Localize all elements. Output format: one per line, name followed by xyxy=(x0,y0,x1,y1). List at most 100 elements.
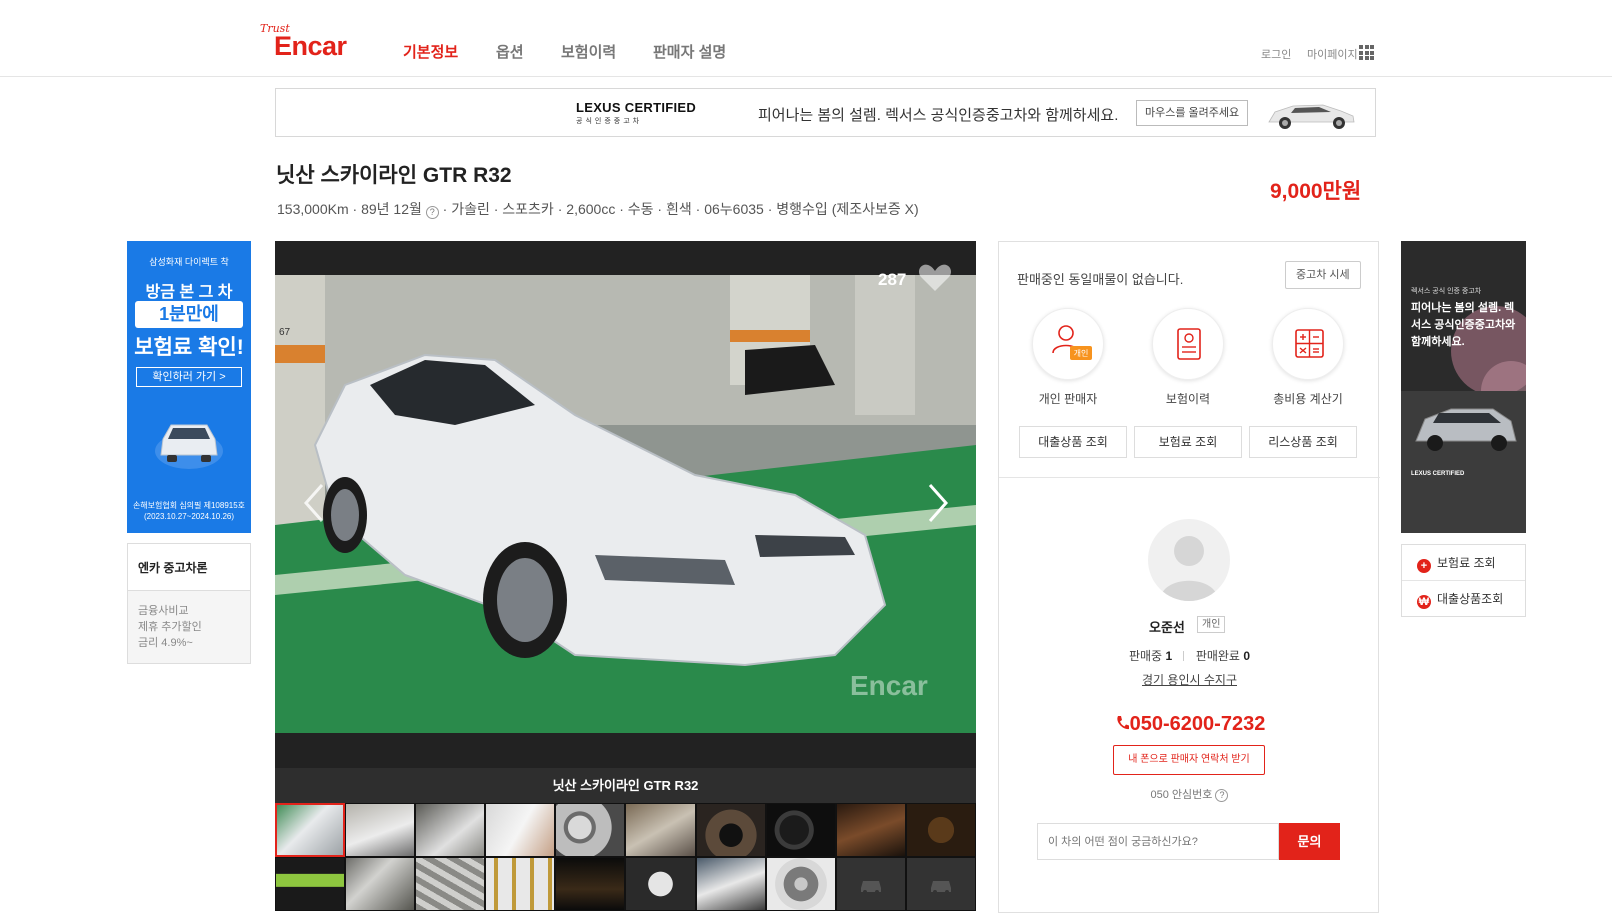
seller-phone[interactable]: 050-6200-7232 xyxy=(999,713,1380,736)
loan-line1: 금융사비교 xyxy=(138,605,189,617)
insurance-history-circle[interactable] xyxy=(1152,308,1224,380)
tab-seller-description[interactable]: 판매자 설명 xyxy=(653,41,726,62)
seller-panel: 판매중인 동일매물이 없습니다. 중고차 시세 개인 개인 판매자 보험이력 총… xyxy=(998,241,1380,913)
thumbnail[interactable] xyxy=(275,803,346,857)
thumbnail[interactable] xyxy=(275,857,346,911)
lexus-ad-logo: LEXUS CERTIFIED xyxy=(1411,471,1465,477)
thumbnail[interactable] xyxy=(765,803,836,857)
login-link[interactable]: 로그인 xyxy=(1261,46,1291,62)
safe-number-label: 050 안심번호 xyxy=(1150,789,1213,801)
panel-divider xyxy=(999,477,1380,478)
question-icon[interactable]: ? xyxy=(425,206,439,219)
market-price-button[interactable]: 중고차 시세 xyxy=(1285,261,1361,289)
thumbnail[interactable] xyxy=(485,803,556,857)
get-contact-button[interactable]: 내 폰으로 판매자 연락처 받기 xyxy=(1113,745,1265,775)
quick-insurance-link[interactable]: + 보험료 조회 xyxy=(1402,545,1525,581)
thumbnail[interactable] xyxy=(555,857,626,911)
thumbnail-placeholder xyxy=(835,857,906,911)
banner-brand: LEXUS CERTIFIED 공식인증중고차 xyxy=(576,100,696,126)
spec-transmission: 수동 xyxy=(627,201,654,217)
ad-line3: 보험료 확인! xyxy=(134,336,244,359)
ad-fine-print-2: (2023.10.27~2024.10.26) xyxy=(143,512,235,521)
thumbnail[interactable] xyxy=(345,803,416,857)
view-count: 287 xyxy=(878,270,907,289)
ad-fine-print-1: 손해보험협회 심의필 제108915호 xyxy=(132,501,246,510)
thumbnail-strip xyxy=(275,803,976,911)
insurance-history-label: 보험이력 xyxy=(1165,392,1211,406)
thumbnail[interactable] xyxy=(695,803,766,857)
car-placeholder-icon xyxy=(930,881,951,894)
safe-number-info[interactable]: 050 안심번호 ? xyxy=(999,786,1380,802)
all-menu-grid-icon[interactable] xyxy=(1359,45,1374,60)
lexus-banner[interactable]: LEXUS CERTIFIED 공식인증중고차 피어나는 봄의 설렘. 렉서스 … xyxy=(275,88,1376,137)
personal-seller-circle[interactable]: 개인 xyxy=(1032,308,1104,380)
ad-cta-button[interactable]: 확인하러 가기 > xyxy=(136,367,242,387)
thumbnail[interactable] xyxy=(345,857,416,911)
header: Trust Encar 기본정보 옵션 보험이력 판매자 설명 로그인 마이페이… xyxy=(0,0,1612,77)
seller-type-badge: 개인 xyxy=(1197,616,1226,633)
inquiry-input[interactable] xyxy=(1037,823,1279,860)
count-separator xyxy=(1183,651,1185,661)
document-icon xyxy=(1177,328,1201,360)
personal-badge: 개인 xyxy=(1074,348,1089,358)
heart-icon[interactable] xyxy=(918,263,952,293)
lease-products-button[interactable]: 리스상품 조회 xyxy=(1249,426,1357,458)
encar-logo[interactable]: Trust Encar xyxy=(258,22,358,62)
thumbnail[interactable] xyxy=(905,803,976,857)
user-silhouette-icon xyxy=(1160,536,1218,601)
same-listing-notice: 판매중인 동일매물이 없습니다. xyxy=(1017,272,1184,287)
question-icon[interactable]: ? xyxy=(1215,789,1229,802)
won-icon: ₩ xyxy=(1417,595,1431,609)
quick-links: + 보험료 조회 ₩ 대출상품조회 xyxy=(1401,544,1526,617)
car-title: 닛산 스카이라인 GTR R32 xyxy=(276,164,512,187)
samsung-insurance-ad[interactable]: 삼성화재 다이렉트 착 방금 본 그 차 1분만에 보험료 확인! 확인하러 가… xyxy=(127,241,251,533)
lexus-ad-image xyxy=(1401,241,1526,533)
banner-hover-button[interactable]: 마우스를 올려주세요 xyxy=(1136,100,1249,126)
personal-seller-label: 개인 판매자 xyxy=(1038,392,1098,406)
svg-text:67: 67 xyxy=(279,327,291,338)
thumbnail[interactable] xyxy=(765,857,836,911)
ad-company: 삼성화재 다이렉트 착 xyxy=(149,257,229,267)
banner-car-image xyxy=(1268,104,1355,129)
spec-displacement: 2,600cc xyxy=(566,201,616,217)
car-price: 9,000만원 xyxy=(1270,180,1362,203)
loan-products-button[interactable]: 대출상품 조회 xyxy=(1019,426,1127,458)
mypage-link[interactable]: 마이페이지 xyxy=(1307,46,1358,62)
ad-line1: 방금 본 그 차 xyxy=(145,284,233,301)
thumbnail[interactable] xyxy=(555,803,626,857)
sold-label: 판매완료 xyxy=(1195,649,1240,663)
main-car-photo[interactable]: Encar 67 xyxy=(275,275,976,733)
prev-photo-icon[interactable] xyxy=(300,481,330,525)
tab-basic-info[interactable]: 기본정보 xyxy=(403,41,458,62)
photo-gallery: Encar 67 287 닛산 스카이라인 GTR R32 xyxy=(275,241,976,911)
thumbnail[interactable] xyxy=(625,803,696,857)
spec-fuel: 가솔린 xyxy=(451,201,490,217)
ad-car-image xyxy=(155,424,223,469)
spec-mileage: 153,000Km xyxy=(277,201,349,217)
inquiry-button[interactable]: 문의 xyxy=(1279,823,1340,860)
ad-line2: 1분만에 xyxy=(135,301,243,328)
tab-options[interactable]: 옵션 xyxy=(496,41,524,62)
lexus-side-ad[interactable]: 렉서스 공식 인증 중고차 피어나는 봄의 설렘. 렉서스 공식인증중고차와 함… xyxy=(1401,241,1526,533)
thumbnail[interactable] xyxy=(485,857,556,911)
tab-insurance-history[interactable]: 보험이력 xyxy=(561,41,616,62)
thumbnail[interactable] xyxy=(415,803,486,857)
thumbnail[interactable] xyxy=(625,857,696,911)
encar-loan-box[interactable]: 엔카 중고차론 금융사비교 제휴 추가할인 금리 4.9%~ xyxy=(127,543,251,664)
selling-label: 판매중 xyxy=(1128,649,1163,663)
thumbnail-placeholder xyxy=(905,857,976,911)
next-photo-icon[interactable] xyxy=(922,481,952,525)
thumbnail[interactable] xyxy=(835,803,906,857)
calculator-icon xyxy=(1295,329,1324,358)
quick-loan-link[interactable]: ₩ 대출상품조회 xyxy=(1402,581,1525,617)
ad-fine-print: 손해보험협회 심의필 제108915호 (2023.10.27~2024.10.… xyxy=(127,500,251,522)
seller-phone-number: 050-6200-7232 xyxy=(1129,713,1266,735)
insurance-quote-button[interactable]: 보험료 조회 xyxy=(1134,426,1242,458)
loan-line2: 제휴 추가할인 xyxy=(138,621,202,633)
cost-calculator-circle[interactable] xyxy=(1272,308,1344,380)
photo-watermark: Encar xyxy=(850,670,928,701)
thumbnail[interactable] xyxy=(695,857,766,911)
spec-year: 89년 12월 xyxy=(361,201,422,217)
seller-location-link[interactable]: 경기 용인시 수지구 xyxy=(999,671,1380,688)
thumbnail[interactable] xyxy=(415,857,486,911)
